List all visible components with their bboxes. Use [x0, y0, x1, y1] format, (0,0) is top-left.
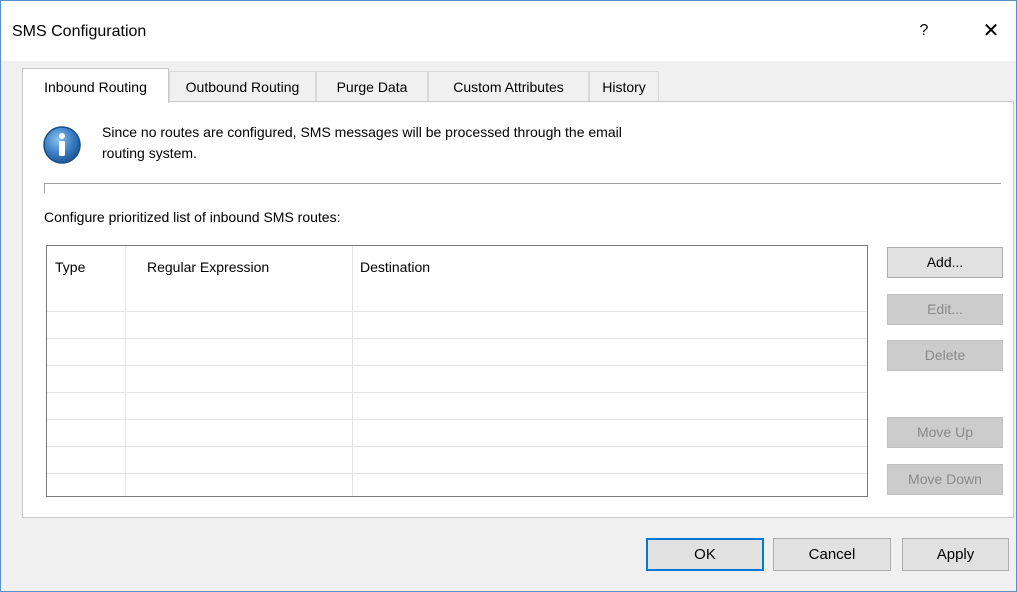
tab-inbound-routing[interactable]: Inbound Routing: [22, 68, 169, 103]
column-header-destination[interactable]: Destination: [360, 259, 430, 275]
inbound-routes-list[interactable]: Type Regular Expression Destination: [46, 245, 868, 497]
routes-list-label: Configure prioritized list of inbound SM…: [44, 209, 341, 225]
tab-outbound-routing[interactable]: Outbound Routing: [169, 71, 316, 101]
edit-route-button[interactable]: Edit...: [887, 294, 1003, 325]
move-up-button[interactable]: Move Up: [887, 417, 1003, 448]
tab-custom-attributes[interactable]: Custom Attributes: [428, 71, 589, 101]
move-down-button[interactable]: Move Down: [887, 464, 1003, 495]
delete-route-button[interactable]: Delete: [887, 340, 1003, 371]
help-button[interactable]: ?: [907, 16, 941, 46]
apply-button[interactable]: Apply: [902, 538, 1009, 571]
ok-button[interactable]: OK: [646, 538, 764, 571]
close-button[interactable]: ✕: [973, 16, 1009, 46]
info-message-line-2: routing system.: [102, 145, 197, 161]
separator: [44, 183, 1001, 184]
row-gridline: [47, 365, 867, 366]
info-message: Since no routes are configured, SMS mess…: [102, 122, 752, 164]
tab-history[interactable]: History: [589, 71, 659, 101]
title-bar: SMS Configuration ? ✕: [1, 1, 1016, 61]
column-divider: [125, 246, 126, 496]
row-gridline: [47, 419, 867, 420]
inbound-routing-panel: Since no routes are configured, SMS mess…: [22, 101, 1014, 518]
row-gridline: [47, 446, 867, 447]
tab-purge-data[interactable]: Purge Data: [316, 71, 428, 101]
row-gridline: [47, 392, 867, 393]
row-gridline: [47, 311, 867, 312]
separator-tick: [44, 183, 45, 193]
column-header-regular-expression[interactable]: Regular Expression: [147, 259, 269, 275]
row-gridline: [47, 473, 867, 474]
column-header-type[interactable]: Type: [55, 259, 85, 275]
window-title: SMS Configuration: [12, 23, 147, 40]
sms-configuration-dialog: SMS Configuration ? ✕ Inbound Routing Ou…: [0, 0, 1017, 592]
row-gridline: [47, 338, 867, 339]
cancel-button[interactable]: Cancel: [773, 538, 891, 571]
info-icon: [43, 126, 81, 164]
info-message-line-1: Since no routes are configured, SMS mess…: [102, 124, 622, 140]
column-divider: [352, 246, 353, 496]
add-route-button[interactable]: Add...: [887, 247, 1003, 278]
